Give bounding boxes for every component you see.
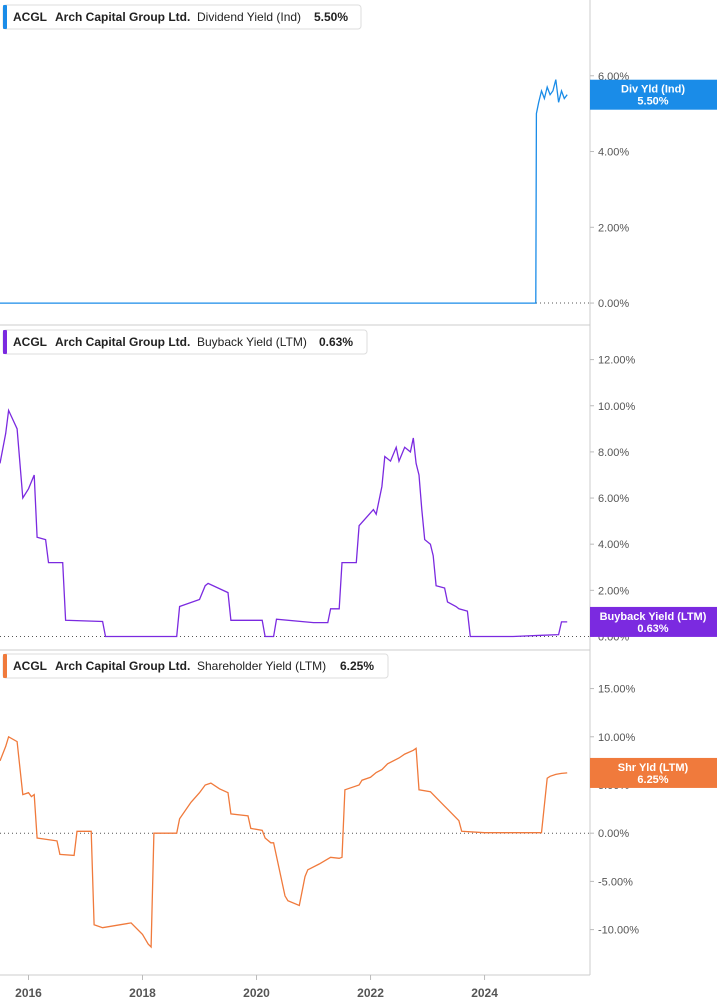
y-tick-label: -5.00%: [598, 876, 633, 888]
tag-label: Buyback Yield (LTM): [600, 611, 707, 623]
metric-value: 0.63%: [319, 335, 353, 349]
company-name: Arch Capital Group Ltd.: [55, 659, 190, 673]
shareholder-yield-header: ACGL Arch Capital Group Ltd. Shareholder…: [2, 653, 389, 679]
y-tick-label: 2.00%: [598, 222, 629, 234]
x-tick-label: 2024: [471, 986, 498, 1000]
ticker-label: ACGL: [13, 659, 47, 673]
y-tick-label: 6.00%: [598, 493, 629, 505]
buyback-yield-header: ACGL Arch Capital Group Ltd. Buyback Yie…: [2, 329, 368, 355]
y-tick-label: -10.00%: [598, 925, 639, 937]
shareholder-yield-axis: -10.00%-5.00%0.00%5.00%10.00%15.00%: [590, 684, 639, 937]
metric-name: Buyback Yield (LTM): [197, 335, 307, 349]
y-tick-label: 12.00%: [598, 355, 636, 367]
shareholder-yield-value-tag: Shr Yld (LTM) 6.25%: [590, 757, 717, 788]
y-tick-label: 15.00%: [598, 684, 636, 696]
y-tick-label: 0.00%: [598, 828, 629, 840]
company-name: Arch Capital Group Ltd.: [55, 10, 190, 24]
x-tick-label: 2020: [243, 986, 270, 1000]
buyback-yield-panel: 0.00%2.00%4.00%6.00%8.00%10.00%12.00% AC…: [0, 329, 717, 643]
metric-name: Dividend Yield (Ind): [197, 10, 301, 24]
shareholder-yield-series-line[interactable]: [0, 735, 568, 949]
dividend-yield-header: ACGL Arch Capital Group Ltd. Dividend Yi…: [2, 4, 362, 30]
buyback-yield-value-tag: Buyback Yield (LTM) 0.63%: [590, 606, 717, 637]
shareholder-yield-panel: -10.00%-5.00%0.00%5.00%10.00%15.00% ACGL…: [0, 653, 717, 949]
tag-value: 5.50%: [637, 96, 668, 108]
ticker-label: ACGL: [13, 10, 47, 24]
x-tick-label: 2018: [129, 986, 156, 1000]
metric-name: Shareholder Yield (LTM): [197, 659, 326, 673]
y-tick-label: 2.00%: [598, 585, 629, 597]
buyback-yield-series-line[interactable]: [0, 408, 568, 638]
metric-value: 6.25%: [340, 659, 374, 673]
y-tick-label: 4.00%: [598, 539, 629, 551]
y-tick-label: 8.00%: [598, 447, 629, 459]
tag-value: 0.63%: [637, 623, 668, 635]
tag-label: Div Yld (Ind): [621, 84, 685, 96]
tag-value: 6.25%: [637, 774, 668, 786]
y-tick-label: 0.00%: [598, 298, 629, 310]
y-tick-label: 10.00%: [598, 401, 636, 413]
x-tick-label: 2022: [357, 986, 384, 1000]
metric-value: 5.50%: [314, 10, 348, 24]
tag-label: Shr Yld (LTM): [618, 762, 689, 774]
buyback-yield-axis: 0.00%2.00%4.00%6.00%8.00%10.00%12.00%: [590, 355, 636, 643]
x-axis: 2016 2018 2020 2022 2024: [15, 975, 498, 1000]
dividend-yield-panel: 0.00%2.00%4.00%6.00% ACGL Arch Capital G…: [0, 4, 717, 310]
y-tick-label: 4.00%: [598, 147, 629, 159]
x-tick-label: 2016: [15, 986, 42, 1000]
chart-canvas: 0.00% 2.00% 4.00% 6.00% ACGL Arch Capital G…: [0, 0, 717, 1000]
y-tick-label: 10.00%: [598, 732, 636, 744]
dividend-yield-series-line[interactable]: [0, 79, 568, 304]
ticker-label: ACGL: [13, 335, 47, 349]
dividend-yield-value-tag: Div Yld (Ind) 5.50%: [590, 79, 717, 110]
company-name: Arch Capital Group Ltd.: [55, 335, 190, 349]
